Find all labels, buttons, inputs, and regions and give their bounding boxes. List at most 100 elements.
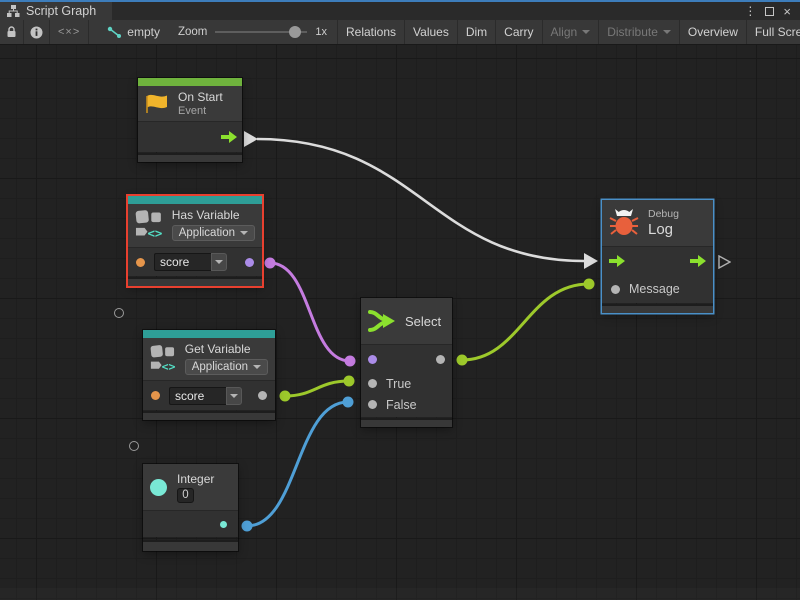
zoom-label: Zoom [178, 26, 207, 38]
node-debug-log[interactable]: Debug Log Mess [602, 200, 713, 313]
info-button[interactable] [24, 20, 50, 44]
variable-stripe [128, 196, 262, 204]
edge-integer-to-select-false[interactable] [247, 402, 348, 526]
node-header[interactable]: On Start Event [138, 86, 242, 121]
select-merge-icon [368, 308, 396, 334]
variable-name-field[interactable]: score [154, 253, 227, 271]
edge-hasvariable-to-select[interactable] [270, 263, 350, 361]
unconnected-flow-triangle[interactable] [718, 255, 731, 269]
node-footer [602, 304, 713, 313]
maximize-icon[interactable] [765, 7, 774, 16]
value-output-port[interactable] [258, 391, 267, 400]
node-header[interactable]: Select [361, 298, 452, 344]
variables-toggle-button[interactable]: <×> [50, 20, 89, 44]
tab-script-graph[interactable]: Script Graph [0, 2, 112, 20]
node-title: Integer [177, 472, 214, 486]
node-header[interactable]: <> Get Variable Application [143, 338, 275, 380]
condition-input-port[interactable] [368, 355, 377, 364]
true-port-label: True [386, 377, 411, 391]
node-integer[interactable]: Integer 0 [143, 464, 238, 551]
relations-button[interactable]: Relations [338, 20, 405, 44]
node-header[interactable]: <> Has Variable Application [128, 204, 262, 247]
true-input-port[interactable] [368, 379, 377, 388]
message-port-label: Message [629, 282, 680, 296]
integer-value-field[interactable]: 0 [177, 488, 194, 503]
selection-output-port[interactable] [436, 355, 445, 364]
node-on-start[interactable]: On Start Event [138, 78, 242, 162]
node-select[interactable]: Select True False [361, 298, 452, 427]
edge-endpoint [584, 279, 595, 290]
node-title: On Start [178, 90, 223, 104]
edge-end-arrow [584, 253, 598, 269]
node-header[interactable]: Integer 0 [143, 464, 238, 510]
chevron-down-icon [663, 30, 671, 34]
unconnected-port-circle[interactable] [114, 308, 124, 318]
overview-button[interactable]: Overview [680, 20, 747, 44]
flow-output-port[interactable] [690, 255, 706, 267]
flow-input-port[interactable] [609, 255, 625, 267]
variables-code-icon: <×> [58, 26, 80, 38]
edge-getvariable-to-select-true[interactable] [285, 381, 349, 396]
variable-scope-dropdown[interactable]: Application [172, 225, 255, 241]
distribute-button[interactable]: Distribute [599, 20, 680, 44]
window-menu-icon[interactable]: ⋮ [744, 5, 756, 17]
dim-button[interactable]: Dim [458, 20, 496, 44]
message-input-port[interactable] [611, 285, 620, 294]
false-input-port[interactable] [368, 400, 377, 409]
carry-button[interactable]: Carry [496, 20, 542, 44]
svg-text:<>: <> [162, 359, 176, 373]
node-get-variable[interactable]: <> Get Variable Application score [143, 330, 275, 420]
edge-select-to-log-message[interactable] [462, 284, 589, 360]
node-header[interactable]: Debug Log [602, 200, 713, 246]
bool-output-port[interactable] [245, 258, 254, 267]
variable-name-dropdown-button[interactable] [226, 387, 242, 405]
variable-name-value[interactable]: score [154, 253, 211, 271]
variables-icon: <> [150, 342, 177, 374]
toolbar-button-group: Relations Values Dim Carry Align Distrib… [337, 20, 800, 44]
variable-name-port[interactable] [136, 258, 145, 267]
edge-start-arrow [244, 131, 258, 147]
values-button[interactable]: Values [405, 20, 458, 44]
align-button[interactable]: Align [543, 20, 600, 44]
info-icon [30, 26, 43, 39]
zoom-slider[interactable] [215, 25, 307, 39]
node-footer [138, 153, 242, 162]
edge-endpoint [344, 376, 355, 387]
variable-name-port[interactable] [151, 391, 160, 400]
lock-button[interactable] [0, 20, 24, 44]
variable-name-value[interactable]: score [169, 387, 226, 405]
chevron-down-icon [240, 231, 248, 235]
script-graph-window: Script Graph ⋮ × <×> [0, 0, 800, 600]
variable-name-field[interactable]: score [169, 387, 242, 405]
edge-endpoint [457, 355, 468, 366]
titlebar-spacer [112, 2, 744, 20]
variable-name-dropdown-button[interactable] [211, 253, 227, 271]
tab-title: Script Graph [26, 4, 96, 18]
edge-endpoint [345, 356, 356, 367]
svg-text:<>: <> [147, 225, 162, 240]
event-stripe [138, 78, 242, 86]
flow-output-port[interactable] [221, 131, 237, 143]
zoom-slider-handle[interactable] [289, 26, 301, 38]
chevron-down-icon [253, 365, 261, 369]
graph-canvas[interactable]: On Start Event <> [0, 45, 800, 600]
close-icon[interactable]: × [783, 5, 791, 18]
variable-scope-dropdown[interactable]: Application [185, 359, 268, 375]
graph-toolbar: <×> empty Zoom 1x Relations Values Dim C… [0, 20, 800, 45]
node-subtitle: Event [178, 105, 223, 117]
edge-endpoint [343, 397, 354, 408]
variable-stripe [143, 330, 275, 338]
edge-onstart-to-log[interactable] [257, 139, 584, 261]
integer-output-port[interactable] [220, 521, 227, 528]
unconnected-port-circle[interactable] [129, 441, 139, 451]
fullscreen-button[interactable]: Full Screen [747, 20, 800, 44]
chevron-down-icon [230, 394, 238, 398]
graph-selector[interactable]: empty [99, 20, 168, 44]
integer-type-icon [150, 479, 167, 496]
chevron-down-icon [215, 260, 223, 264]
graph-selector-label: empty [127, 25, 160, 39]
node-title: Log [648, 221, 679, 238]
node-has-variable[interactable]: <> Has Variable Application score [128, 196, 262, 286]
titlebar: Script Graph ⋮ × [0, 2, 800, 20]
graph-hierarchy-icon [7, 5, 20, 17]
